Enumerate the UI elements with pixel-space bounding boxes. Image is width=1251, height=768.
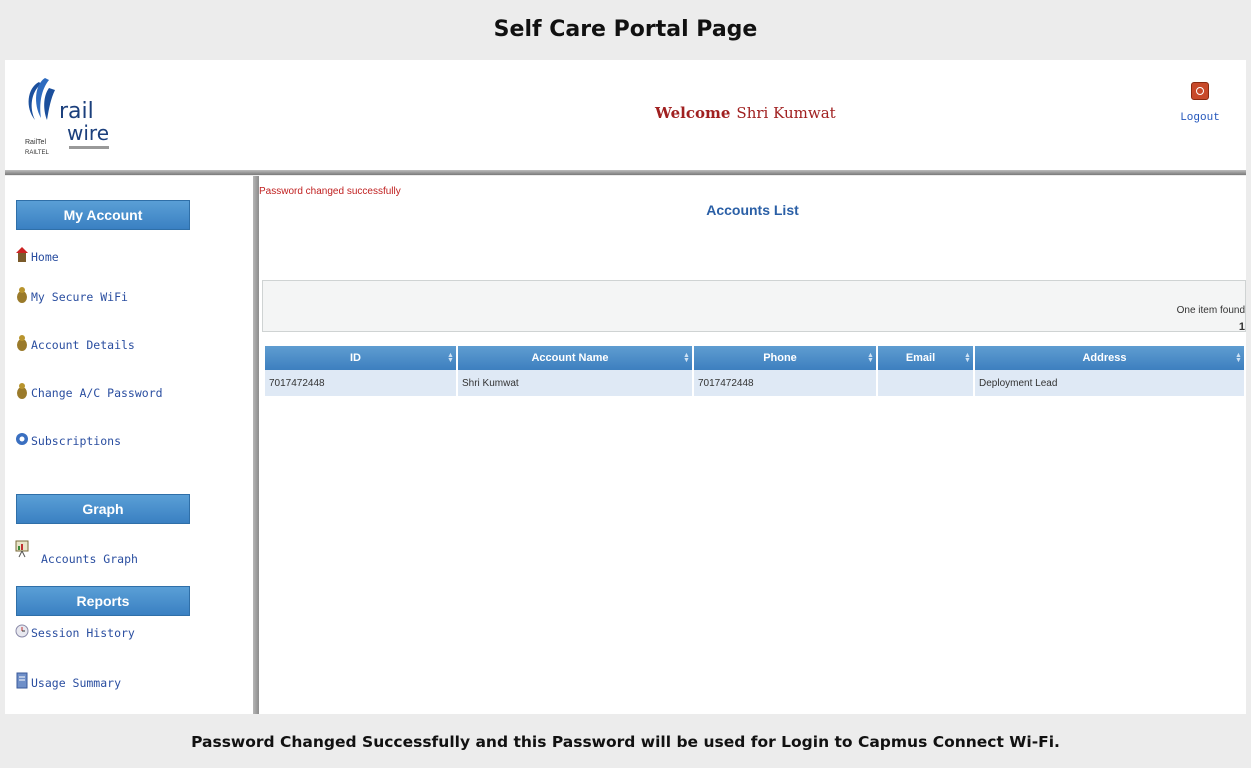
column-header-account-name[interactable]: Account Name ▲ ▼ [457,346,694,370]
cell-account-name: Shri Kumwat [457,370,694,396]
sidebar-item-my-secure-wifi[interactable]: My Secure WiFi [15,286,128,304]
accounts-list-title: Accounts List [706,202,799,218]
pager-banner: One item found 1 [262,280,1246,333]
summary-icon [16,672,28,689]
sort-icon: ▲ ▼ [867,352,874,364]
sidebar-item-label: Subscriptions [31,434,122,448]
logout-icon [1191,82,1209,100]
column-header-email[interactable]: Email ▲ ▼ [877,346,975,370]
cell-id: 7017472448 [265,370,458,396]
wifi-icon [17,287,27,303]
sidebar-item-accounts-graph[interactable]: Accounts Graph [15,532,138,566]
sidebar: My Account Home My Secure WiFi Account D… [5,176,253,714]
svg-text:RAILTEL: RAILTEL [25,150,50,156]
sort-icon: ▲ ▼ [964,352,971,364]
logout-button[interactable]: Logout [1175,82,1225,124]
sidebar-item-label: Accounts Graph [41,552,138,566]
welcome-label: Welcome [655,104,731,122]
page-title: Self Care Portal Page [493,16,758,42]
user-name: Shri Kumwat [736,104,836,122]
svg-text:wire: wire [67,121,109,145]
items-found-text: One item found [1176,305,1245,316]
section-my-account: My Account [16,200,190,230]
cell-phone: 7017472448 [693,370,878,396]
main-content: Password changed successfully Accounts L… [259,176,1246,714]
column-header-phone[interactable]: Phone ▲ ▼ [693,346,878,370]
sidebar-item-label: Usage Summary [31,676,122,690]
graph-icon [15,540,29,558]
history-icon [15,624,29,638]
cell-email [877,370,975,396]
sidebar-item-label: Home [31,250,59,264]
railwire-logo: RailTel RAILTEL rail wire [19,74,119,160]
header: RailTel RAILTEL rail wire Welcome Shri Ku… [5,60,1246,170]
status-message: Password changed successfully [259,186,401,197]
column-header-address[interactable]: Address ▲ ▼ [974,346,1246,370]
sort-icon: ▲ ▼ [447,352,454,364]
welcome-message: Welcome Shri Kumwat [655,104,836,122]
sidebar-item-account-details[interactable]: Account Details [15,334,135,352]
svg-text:RailTel: RailTel [25,139,46,146]
account-icon [17,335,27,351]
sidebar-item-label: Account Details [31,338,135,352]
sidebar-item-change-password[interactable]: Change A/C Password [15,382,163,400]
sidebar-item-label: Session History [31,626,135,640]
page-link[interactable]: 1 [1239,321,1245,333]
section-graph: Graph [16,494,190,524]
cell-address: Deployment Lead [974,370,1246,396]
sidebar-item-subscriptions[interactable]: Subscriptions [15,430,121,448]
footer-note: Password Changed Successfully and this P… [191,733,1060,751]
sidebar-item-home[interactable]: Home [15,246,59,264]
logout-label: Logout [1180,112,1220,124]
sidebar-item-label: My Secure WiFi [31,290,128,304]
home-icon [16,247,28,262]
section-reports: Reports [16,586,190,616]
accounts-table: ID ▲ ▼ Account Name ▲ ▼ Phone ▲ ▼ Email ▲ ▼ Addr… [265,346,1246,396]
sort-icon: ▲ ▼ [683,352,690,364]
password-icon [17,383,27,399]
sidebar-item-usage-summary[interactable]: Usage Summary [15,672,121,690]
sort-icon: ▲ ▼ [1235,352,1242,364]
table-header-row: ID ▲ ▼ Account Name ▲ ▼ Phone ▲ ▼ Email ▲ ▼ Addr… [265,346,1246,370]
sidebar-item-session-history[interactable]: Session History [15,622,135,640]
sidebar-item-label: Change A/C Password [31,386,163,400]
table-row[interactable]: 7017472448 Shri Kumwat 7017472448 Deploy… [265,370,1246,396]
header-divider [5,170,1246,175]
subscriptions-icon [16,433,28,445]
column-header-id[interactable]: ID ▲ ▼ [265,346,458,370]
